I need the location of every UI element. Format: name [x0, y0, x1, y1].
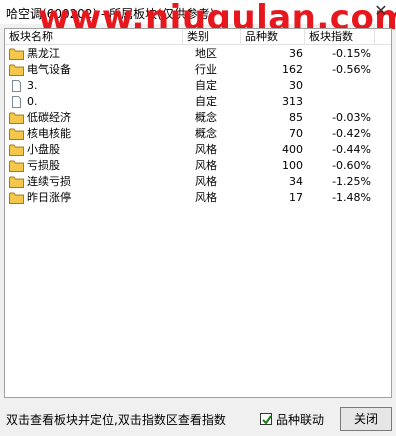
row-count: 100	[282, 159, 303, 172]
close-icon[interactable]: ✕	[372, 2, 390, 20]
row-index: -0.15%	[332, 47, 371, 60]
row-index: -1.25%	[332, 175, 371, 188]
folder-icon	[9, 112, 24, 124]
row-count: 17	[289, 191, 303, 204]
list-item[interactable]: 电气设备 行业 162 -0.56%	[5, 62, 391, 78]
sector-dialog: 哈空调(600202) - 所属板块(仅供参考) www.niugulan.co…	[0, 0, 396, 436]
status-hint: 双击查看板块并定位,双击指数区查看指数	[6, 413, 226, 427]
list-item[interactable]: 连续亏损 风格 34 -1.25%	[5, 174, 391, 190]
row-index: -1.48%	[332, 191, 371, 204]
row-name: 低碳经济	[27, 111, 71, 124]
row-category: 风格	[195, 191, 217, 204]
column-header-index[interactable]: 板块指数	[305, 29, 375, 45]
row-count: 70	[289, 127, 303, 140]
row-index: -0.03%	[332, 111, 371, 124]
row-category: 概念	[195, 127, 217, 140]
row-name: 3.	[27, 79, 38, 92]
list-item[interactable]: 低碳经济 概念 85 -0.03%	[5, 110, 391, 126]
row-index: -0.56%	[332, 63, 371, 76]
row-name: 电气设备	[27, 63, 71, 76]
list-item[interactable]: 0. 自定 313	[5, 94, 391, 110]
folder-icon	[9, 176, 24, 188]
row-name: 0.	[27, 95, 38, 108]
row-index: -0.44%	[332, 143, 371, 156]
list-body: 黑龙江 地区 36 -0.15% 电气设备 行业 162 -0.56% 3. 自定 30 0. 自定 31…	[5, 46, 391, 206]
row-name: 连续亏损	[27, 175, 71, 188]
row-index	[305, 94, 371, 110]
list-item[interactable]: 昨日涨停 风格 17 -1.48%	[5, 190, 391, 206]
close-button[interactable]: 关闭	[340, 407, 392, 431]
column-header-name[interactable]: 板块名称	[5, 29, 183, 45]
checkmark-icon	[262, 415, 272, 425]
folder-icon	[9, 48, 24, 60]
linkage-checkbox[interactable]	[260, 413, 272, 425]
row-index: -0.60%	[332, 159, 371, 172]
row-count: 162	[282, 63, 303, 76]
row-count: 36	[289, 47, 303, 60]
folder-icon	[9, 128, 24, 140]
column-header-category[interactable]: 类别	[183, 29, 241, 45]
row-name: 小盘股	[27, 143, 60, 156]
sector-list[interactable]: 板块名称 类别 品种数 板块指数 黑龙江 地区 36 -0.15% 电气设备 行业 162 -…	[4, 28, 392, 398]
folder-icon	[9, 160, 24, 172]
row-category: 风格	[195, 159, 217, 172]
list-item[interactable]: 3. 自定 30	[5, 78, 391, 94]
document-icon	[9, 80, 24, 92]
column-header-count[interactable]: 品种数	[241, 29, 305, 45]
list-item[interactable]: 核电核能 概念 70 -0.42%	[5, 126, 391, 142]
document-icon	[9, 96, 24, 108]
row-category: 行业	[195, 63, 217, 76]
row-count: 313	[282, 95, 303, 108]
row-count: 34	[289, 175, 303, 188]
folder-icon	[9, 144, 24, 156]
row-category: 概念	[195, 111, 217, 124]
row-name: 黑龙江	[27, 47, 60, 60]
list-item[interactable]: 黑龙江 地区 36 -0.15%	[5, 46, 391, 62]
status-bar: 双击查看板块并定位,双击指数区查看指数 品种联动 关闭	[0, 402, 396, 436]
row-count: 400	[282, 143, 303, 156]
list-item[interactable]: 亏损股 风格 100 -0.60%	[5, 158, 391, 174]
list-header: 板块名称 类别 品种数 板块指数	[5, 29, 391, 45]
row-category: 地区	[195, 47, 217, 60]
row-count: 85	[289, 111, 303, 124]
row-category: 风格	[195, 143, 217, 156]
row-name: 亏损股	[27, 159, 60, 172]
linkage-label[interactable]: 品种联动	[276, 411, 324, 428]
folder-icon	[9, 192, 24, 204]
row-category: 自定	[195, 95, 217, 108]
title-bar: 哈空调(600202) - 所属板块(仅供参考) www.niugulan.co…	[0, 0, 396, 38]
row-index	[305, 78, 371, 94]
row-index: -0.42%	[332, 127, 371, 140]
window-title: 哈空调(600202) - 所属板块(仅供参考)	[6, 7, 215, 21]
row-count: 30	[289, 79, 303, 92]
row-name: 昨日涨停	[27, 191, 71, 204]
list-item[interactable]: 小盘股 风格 400 -0.44%	[5, 142, 391, 158]
folder-icon	[9, 64, 24, 76]
row-category: 自定	[195, 79, 217, 92]
row-name: 核电核能	[27, 127, 71, 140]
row-category: 风格	[195, 175, 217, 188]
